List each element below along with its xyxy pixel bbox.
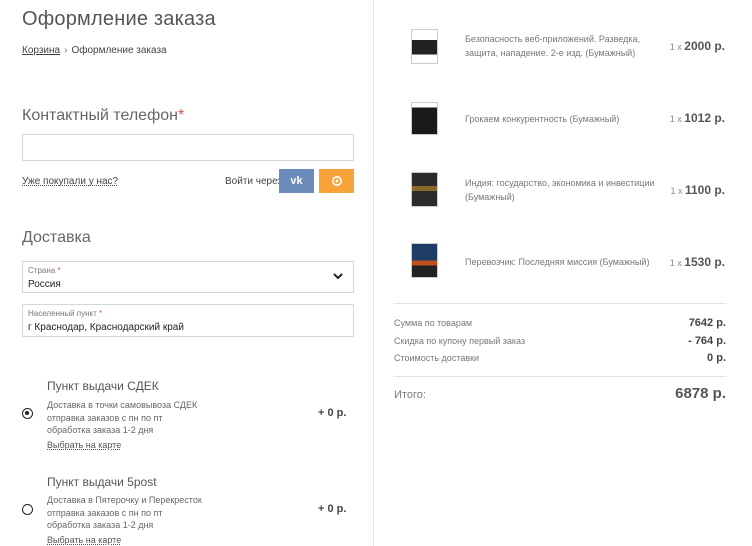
country-label-text: Страна [28,266,56,275]
country-value: Россия [28,279,61,290]
pickup-desc-line: Доставка в Пятерочку и Перекресток [47,495,202,505]
coupon-discount-row: Скидка по купону первый заказ - 764 р. [394,335,726,347]
item-price-value: 1012 р. [684,111,725,125]
shipping-cost-value: 0 р. [707,352,726,364]
choose-on-map-link[interactable]: Выбрать на карте [47,535,121,545]
required-star: * [57,266,61,275]
pickup-radio-5post[interactable] [22,504,33,515]
total-value: 6878 р. [675,385,726,402]
item-name: Безопасность веб-приложений. Разведка, з… [465,34,640,58]
breadcrumb-separator: › [64,45,68,56]
chevron-down-icon [333,273,343,280]
item-price-value: 1100 р. [684,183,725,197]
city-label-text: Населенный пункт [28,309,97,318]
required-star: * [177,107,185,124]
checkout-form: Оформление заказа Корзина › Оформление з… [0,0,373,546]
book-cover [411,102,438,135]
ok-login-button[interactable] [319,169,354,193]
odnoklassniki-icon [331,176,342,186]
item-name: Грокаем конкурентность (Бумажный) [465,114,620,124]
goods-sum-row: Сумма по товарам 7642 р. [394,317,726,329]
item-qty: 1 x [669,42,682,52]
shipping-cost-label: Стоимость доставки [394,353,480,363]
login-via-label: Войти через [225,176,283,187]
contact-title-text: Контактный телефон [22,107,178,124]
book-cover [411,243,438,278]
total-divider [394,376,726,377]
item-price: 1 x 1012 р. [670,111,725,125]
city-label: Населенный пункт * [28,309,102,318]
coupon-discount-label: Скидка по купону первый заказ [394,336,526,346]
pickup-price: + 0 р. [318,503,347,515]
pickup-title: Пункт выдачи 5post [47,475,157,489]
item-price-value: 2000 р. [684,39,725,53]
book-cover [411,172,438,207]
pickup-desc-line: Доставка в точки самовывоза СДЕК [47,400,198,410]
pickup-desc-line: отправка заказов с пн по пт [47,412,163,423]
book-cover [411,29,438,64]
item-qty: 1 x [670,186,683,196]
order-summary: Безопасность веб-приложений. Разведка, з… [374,0,752,546]
total-label: Итого: [394,389,426,401]
item-name: Перевозчик: Последняя миссия (Бумажный) [465,257,650,267]
coupon-discount-value: - 764 р. [688,335,726,347]
shipping-cost-row: Стоимость доставки 0 р. [394,352,726,364]
breadcrumb-current: Оформление заказа [71,45,167,56]
page-title: Оформление заказа [22,8,216,30]
country-label: Страна * [28,266,61,275]
phone-input[interactable] [22,134,354,161]
item-price: 1 x 1530 р. [670,255,725,269]
contact-section-title: Контактный телефон* [22,107,184,125]
item-price: 1 x 1100 р. [670,183,725,197]
city-field[interactable]: Населенный пункт * г Краснодар, Краснода… [22,304,354,337]
item-price: 1 x 2000 р. [670,39,725,53]
vk-login-button[interactable]: vk [279,169,314,193]
pickup-description: Доставка в Пятерочку и Перекресток отпра… [47,494,202,532]
pickup-desc-line: обработка заказа 1-2 дня [47,425,154,435]
country-select[interactable]: Страна * Россия [22,261,354,293]
choose-on-map-link[interactable]: Выбрать на карте [47,440,121,450]
pickup-radio-cdek[interactable] [22,408,33,419]
already-bought-link[interactable]: Уже покупали у нас? [22,176,118,187]
goods-sum-value: 7642 р. [688,317,726,329]
pickup-desc-line: обработка заказа 1-2 дня [47,520,154,530]
item-name: Индия: государство, экономика и инвестиц… [465,178,655,202]
item-price-value: 1530 р. [684,255,725,269]
vk-icon: vk [290,175,303,187]
goods-sum-label: Сумма по товарам [394,318,473,328]
pickup-desc-line: отправка заказов с пн по пт [47,507,163,518]
summary-divider [394,303,726,304]
item-qty: 1 x [669,114,682,124]
city-value: г Краснодар, Краснодарский край [28,322,184,333]
delivery-section-title: Доставка [22,229,91,246]
item-qty: 1 x [669,258,682,268]
required-star: * [99,309,103,318]
breadcrumb: Корзина › Оформление заказа [22,45,167,56]
pickup-price: + 0 р. [318,407,347,419]
pickup-description: Доставка в точки самовывоза СДЕК отправк… [47,399,197,437]
breadcrumb-cart-link[interactable]: Корзина [22,45,60,56]
pickup-title: Пункт выдачи СДЕК [47,379,159,393]
